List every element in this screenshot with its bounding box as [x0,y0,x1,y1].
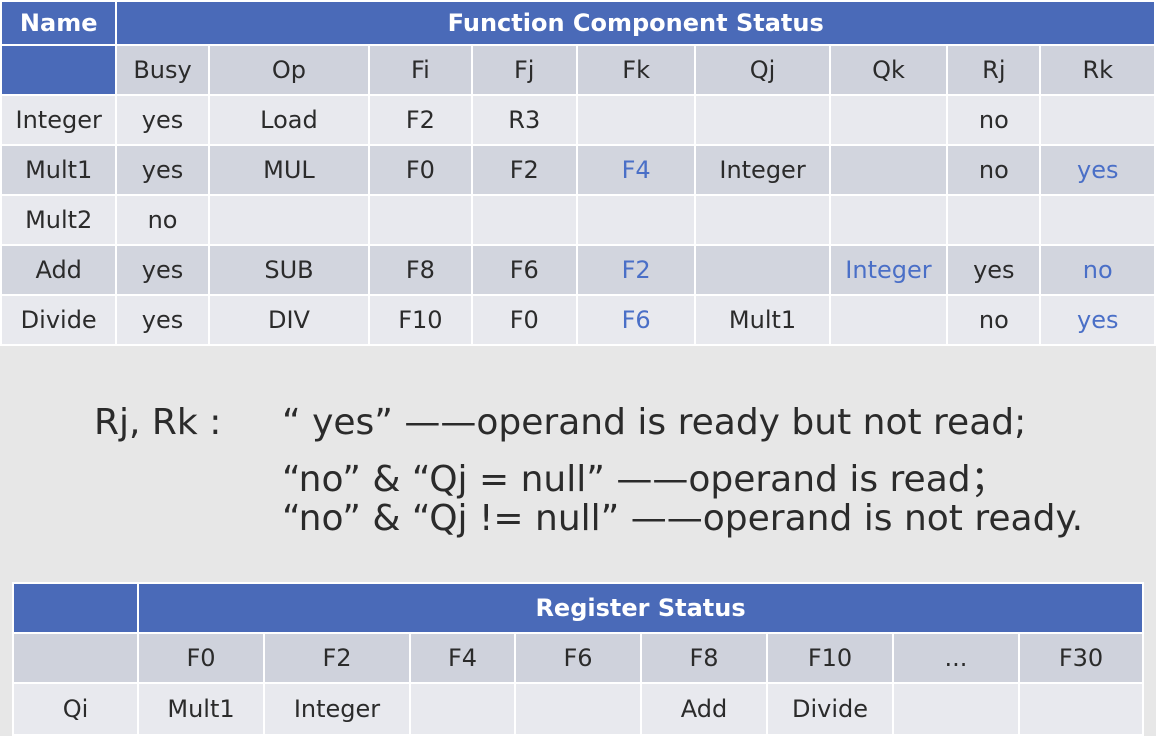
cell-fi: F8 [368,244,473,296]
cell-qj: Mult1 [694,294,831,346]
cell-fk: F4 [575,144,697,196]
register-value-ellipsis [892,682,1020,736]
cell-rj [946,194,1042,246]
cell-op: Load [207,94,371,146]
cell-fj: F6 [470,244,578,296]
cell-rk [1039,94,1156,146]
legend-line-ready: “ yes” ——operand is ready but not read; [282,402,1027,443]
cell-rj: no [946,94,1042,146]
cell-rj: no [946,294,1042,346]
cell-qj [694,194,831,246]
register-status-table: Register Status F0 F2 F4 F6 F8 F10 ... F… [12,582,1145,736]
table-row: Mult2 no [0,194,1156,246]
register-col-f10: F10 [766,632,894,684]
cell-rk: yes [1039,144,1156,196]
col-header-qj: Qj [694,44,831,96]
cell-fi: F0 [368,144,473,196]
register-status-title: Register Status [136,582,1145,634]
cell-busy: yes [115,244,210,296]
register-col-f6: F6 [514,632,642,684]
register-col-f2: F2 [263,632,411,684]
cell-op: MUL [207,144,371,196]
cell-qj [694,244,831,296]
cell-qk [828,94,949,146]
register-value-f30 [1017,682,1145,736]
cell-fi: F2 [368,94,473,146]
col-header-op: Op [207,44,371,96]
function-status-title: Function Component Status [115,0,1156,46]
register-col-ellipsis: ... [892,632,1020,684]
col-header-rk: Rk [1039,44,1156,96]
col-header-rj: Rj [946,44,1042,96]
register-value-f2: Integer [263,682,411,736]
cell-op: DIV [207,294,371,346]
col-header-fj: Fj [470,44,578,96]
register-col-f4: F4 [409,632,516,684]
register-row-label: Qi [12,682,139,736]
name-header: Name [0,0,118,46]
legend-term: Rj, Rk : [94,402,222,443]
register-value-f10: Divide [766,682,894,736]
cell-fk [575,94,697,146]
row-name: Mult2 [0,194,118,246]
cell-busy: no [115,194,210,246]
cell-qj: Integer [694,144,831,196]
register-col-f8: F8 [640,632,768,684]
legend-line-read: “no” & “Qj = null” ——operand is read； [282,459,1007,500]
cell-fj: F0 [470,294,578,346]
cell-rj: no [946,144,1042,196]
row-name: Integer [0,94,118,146]
register-corner [12,582,139,634]
name-header-spacer [0,44,118,96]
table-row: Divide yes DIV F10 F0 F6 Mult1 no yes [0,294,1156,346]
cell-qk [828,294,949,346]
cell-busy: yes [115,294,210,346]
cell-fj: R3 [470,94,578,146]
cell-rk: yes [1039,294,1156,346]
cell-rk [1039,194,1156,246]
cell-fk: F2 [575,244,697,296]
register-col-spacer [12,632,139,684]
cell-qk [828,144,949,196]
register-col-f30: F30 [1017,632,1145,684]
cell-fk: F6 [575,294,697,346]
cell-rj: yes [946,244,1042,296]
register-value-f8: Add [640,682,768,736]
cell-fk [575,194,697,246]
col-header-busy: Busy [115,44,210,96]
cell-op [207,194,371,246]
register-value-f0: Mult1 [137,682,265,736]
register-value-f4 [409,682,516,736]
row-name: Add [0,244,118,296]
table-row: Integer yes Load F2 R3 no [0,94,1156,146]
table-row: Mult1 yes MUL F0 F2 F4 Integer no yes [0,144,1156,196]
cell-fj: F2 [470,144,578,196]
table-row: Qi Mult1 Integer Add Divide [12,682,1145,736]
col-header-fk: Fk [575,44,697,96]
cell-qj [694,94,831,146]
row-name: Divide [0,294,118,346]
cell-fj [470,194,578,246]
cell-qk: Integer [828,244,949,296]
table-row: Add yes SUB F8 F6 F2 Integer yes no [0,244,1156,296]
cell-fi [368,194,473,246]
row-name: Mult1 [0,144,118,196]
register-col-f0: F0 [137,632,265,684]
cell-rk: no [1039,244,1156,296]
col-header-fi: Fi [368,44,473,96]
cell-qk [828,194,949,246]
legend-line-not-ready: “no” & “Qj != null” ——operand is not rea… [282,498,1084,539]
register-value-f6 [514,682,642,736]
cell-busy: yes [115,144,210,196]
col-header-qk: Qk [828,44,949,96]
cell-busy: yes [115,94,210,146]
cell-fi: F10 [368,294,473,346]
cell-op: SUB [207,244,371,296]
function-component-status-table: Name Function Component Status Busy Op F… [0,0,1156,346]
